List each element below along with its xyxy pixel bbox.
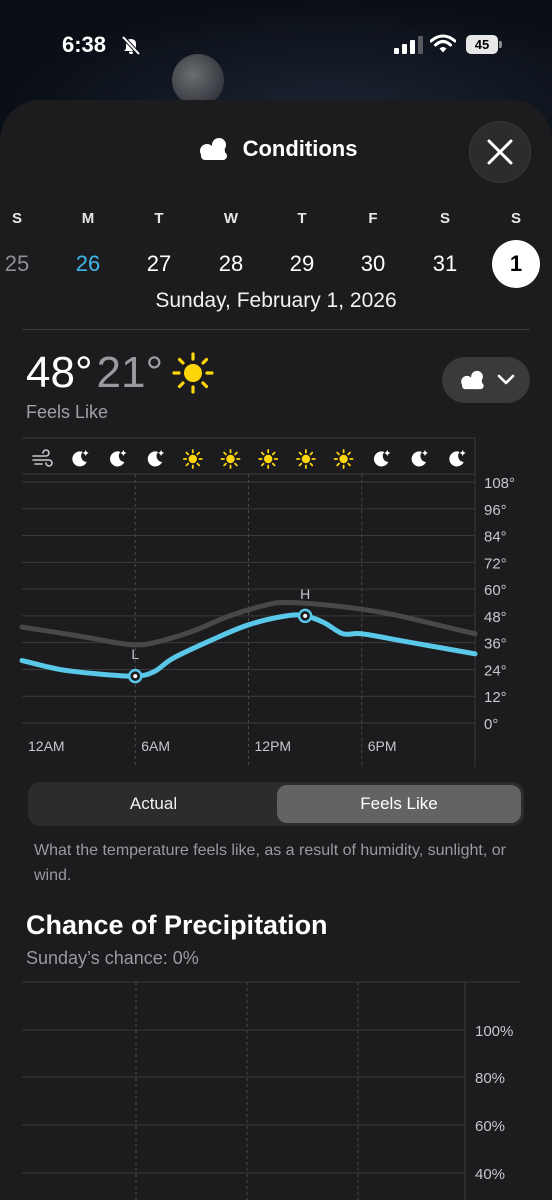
- moon-icon: [449, 450, 466, 467]
- y-tick-label: 48°: [484, 609, 507, 626]
- feels-like-option[interactable]: Feels Like: [277, 785, 521, 823]
- sun-icon: [295, 449, 316, 469]
- day-number: 30: [360, 251, 386, 276]
- day-number: 31: [432, 251, 458, 276]
- wifi-icon: [430, 34, 456, 53]
- y-tick-label: 12°: [484, 689, 507, 706]
- high-temperature: 48°: [26, 348, 93, 397]
- day-27[interactable]: T 27: [129, 208, 189, 288]
- y-tick-label: 96°: [484, 502, 507, 519]
- actual-feels-toggle: Actual Feels Like: [28, 782, 524, 826]
- sun-icon: [333, 449, 354, 469]
- precip-grid: 100% 80% 60% 40%: [22, 981, 520, 1200]
- y-tick-label: 0°: [484, 716, 498, 733]
- day-number: 27: [146, 251, 172, 276]
- marker-label: L: [131, 646, 139, 662]
- moon-icon: [72, 450, 89, 467]
- y-tick-label: 60%: [475, 1118, 505, 1135]
- temperature-chart: 108° 96° 84° 72° 60° 48° 36° 24° 12° 0° L H 12AM 6AM 1…: [19, 437, 515, 767]
- day-number: 26: [75, 251, 101, 276]
- precipitation-subtitle: Sunday’s chance: 0%: [26, 948, 199, 968]
- status-bar: 6:38 45: [0, 28, 552, 62]
- actual-option[interactable]: Actual: [31, 785, 276, 823]
- x-tick-label: 12AM: [28, 738, 65, 754]
- feels-like-explanation: What the temperature feels like, as a re…: [34, 842, 506, 884]
- marker-label: H: [300, 586, 310, 602]
- week-day-picker: S 25 M 26 T 27 W 28 T 29 F 30 S 31 S 1: [0, 208, 552, 288]
- day-letter: T: [297, 210, 307, 227]
- low-temperature: 21°: [96, 348, 164, 397]
- day-letter: W: [223, 210, 239, 227]
- close-icon: [487, 139, 513, 165]
- battery-cap: [499, 41, 502, 48]
- temperature-summary: 48° 21°: [26, 345, 215, 401]
- day-number: 29: [289, 251, 315, 276]
- day-25[interactable]: S 25: [0, 208, 47, 288]
- day-30[interactable]: F 30: [343, 208, 403, 288]
- moon-icon: [147, 450, 165, 467]
- day-number: 1: [492, 240, 540, 288]
- precipitation-title: Chance of Precipitation: [26, 910, 328, 940]
- day-28[interactable]: W 28: [201, 208, 261, 288]
- day-31[interactable]: S 31: [415, 208, 475, 288]
- y-tick-label: 80%: [475, 1070, 505, 1087]
- day-letter: T: [154, 210, 164, 227]
- status-time: 6:38: [62, 32, 107, 57]
- sun-icon: [182, 449, 203, 469]
- bell-slash-icon: [121, 35, 141, 56]
- low-marker: L: [128, 646, 143, 684]
- chevron-down-icon: [497, 374, 515, 385]
- day-29[interactable]: T 29: [272, 208, 332, 288]
- y-tick-label: 72°: [484, 555, 507, 572]
- y-tick-label: 24°: [484, 662, 507, 679]
- cloud-icon: [461, 370, 484, 390]
- day-letter: S: [11, 210, 22, 227]
- day-number: 25: [4, 251, 30, 276]
- battery-level: 45: [466, 35, 498, 54]
- cloud-icon: [199, 138, 227, 160]
- day-1[interactable]: S1: [486, 208, 546, 288]
- y-tick-label: 36°: [484, 636, 507, 653]
- y-tick-label: 108°: [484, 475, 515, 492]
- day-number: 28: [218, 251, 244, 276]
- day-letter: S: [510, 210, 521, 227]
- y-tick-label: 60°: [484, 582, 507, 599]
- day-letter: M: [81, 210, 95, 227]
- x-tick-label: 12PM: [255, 738, 292, 754]
- moon-icon: [373, 450, 391, 467]
- precipitation-chart: 100% 80% 60% 40%: [22, 981, 520, 1200]
- y-tick-label: 40%: [475, 1166, 505, 1183]
- hourly-condition-icons: [32, 449, 466, 469]
- wind-icon: [32, 449, 53, 467]
- day-letter: F: [368, 210, 378, 227]
- day-26[interactable]: M 26: [58, 208, 118, 288]
- sun-icon: [220, 449, 241, 469]
- cellular-signal-icon: [394, 36, 423, 54]
- sun-icon: [172, 352, 214, 394]
- sun-icon: [258, 449, 279, 469]
- day-letter: S: [439, 210, 450, 227]
- close-button[interactable]: [469, 121, 531, 183]
- battery-indicator: 45: [466, 35, 502, 54]
- y-tick-label: 84°: [484, 529, 507, 546]
- divider: [22, 329, 530, 330]
- y-tick-label: 100%: [475, 1023, 513, 1040]
- sheet-title: Conditions: [242, 136, 358, 161]
- x-tick-label: 6AM: [141, 738, 170, 754]
- moon-icon: [411, 450, 428, 467]
- condition-view-picker[interactable]: [442, 357, 530, 403]
- x-tick-label: 6PM: [368, 738, 397, 754]
- moon-icon: [110, 450, 127, 467]
- selected-date: Sunday, February 1, 2026: [155, 289, 397, 312]
- feels-like-label: Feels Like: [26, 402, 109, 422]
